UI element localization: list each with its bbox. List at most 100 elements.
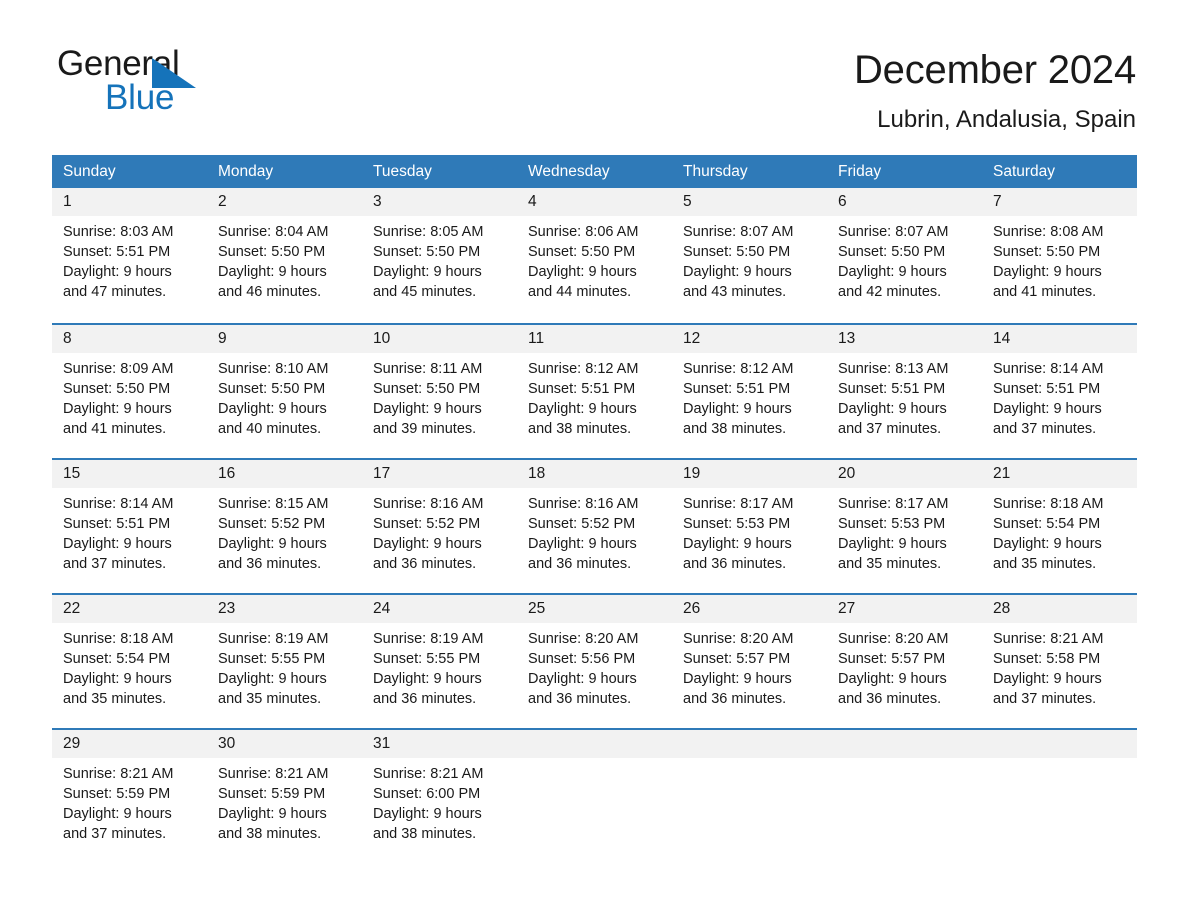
sunset-text: Sunset: 5:53 PM <box>683 516 791 532</box>
daylight-text-line1: Daylight: 9 hours <box>218 401 327 417</box>
day-info: Sunrise: 8:03 AM Sunset: 5:51 PM Daylight:… <box>52 216 207 302</box>
day-cell[interactable]: 29 Sunrise: 8:21 AM Sunset: 5:59 PM Dayligh… <box>52 730 207 852</box>
day-cell[interactable]: 31 Sunrise: 8:21 AM Sunset: 6:00 PM Dayligh… <box>362 730 517 852</box>
sunrise-text: Sunrise: 8:18 AM <box>63 631 174 647</box>
day-info: Sunrise: 8:04 AM Sunset: 5:50 PM Daylight:… <box>207 216 362 302</box>
day-cell[interactable]: 12 Sunrise: 8:12 AM Sunset: 5:51 PM Dayligh… <box>672 325 827 447</box>
sunset-text: Sunset: 5:59 PM <box>63 786 171 802</box>
sunset-text: Sunset: 5:56 PM <box>528 651 636 667</box>
day-cell[interactable]: 17 Sunrise: 8:16 AM Sunset: 5:52 PM Dayligh… <box>362 460 517 582</box>
day-cell[interactable]: 4 Sunrise: 8:06 AM Sunset: 5:50 PM Daylight… <box>517 188 672 312</box>
day-cell[interactable]: 7 Sunrise: 8:08 AM Sunset: 5:50 PM Daylight… <box>982 188 1137 312</box>
day-cell[interactable]: 2 Sunrise: 8:04 AM Sunset: 5:50 PM Daylight… <box>207 188 362 312</box>
day-cell[interactable]: 22 Sunrise: 8:18 AM Sunset: 5:54 PM Dayligh… <box>52 595 207 717</box>
day-info: Sunrise: 8:19 AM Sunset: 5:55 PM Daylight:… <box>207 623 362 709</box>
day-info: Sunrise: 8:21 AM Sunset: 5:58 PM Daylight:… <box>982 623 1137 709</box>
day-cell[interactable]: 11 Sunrise: 8:12 AM Sunset: 5:51 PM Dayligh… <box>517 325 672 447</box>
day-cell[interactable]: 9 Sunrise: 8:10 AM Sunset: 5:50 PM Daylight… <box>207 325 362 447</box>
daylight-text-line1: Daylight: 9 hours <box>528 264 637 280</box>
day-cell[interactable]: 13 Sunrise: 8:13 AM Sunset: 5:51 PM Dayligh… <box>827 325 982 447</box>
day-cell[interactable]: 10 Sunrise: 8:11 AM Sunset: 5:50 PM Dayligh… <box>362 325 517 447</box>
day-cell[interactable]: 18 Sunrise: 8:16 AM Sunset: 5:52 PM Dayligh… <box>517 460 672 582</box>
sunset-text: Sunset: 5:51 PM <box>838 381 946 397</box>
day-cell[interactable]: 21 Sunrise: 8:18 AM Sunset: 5:54 PM Dayligh… <box>982 460 1137 582</box>
sunrise-text: Sunrise: 8:20 AM <box>683 631 794 647</box>
sunrise-text: Sunrise: 8:03 AM <box>63 224 174 240</box>
day-cell[interactable]: 26 Sunrise: 8:20 AM Sunset: 5:57 PM Dayligh… <box>672 595 827 717</box>
daylight-text-line1: Daylight: 9 hours <box>373 264 482 280</box>
daylight-text-line1: Daylight: 9 hours <box>528 401 637 417</box>
day-cell[interactable]: 30 Sunrise: 8:21 AM Sunset: 5:59 PM Dayligh… <box>207 730 362 852</box>
day-cell[interactable]: 25 Sunrise: 8:20 AM Sunset: 5:56 PM Dayligh… <box>517 595 672 717</box>
daylight-text-line1: Daylight: 9 hours <box>683 264 792 280</box>
sunrise-text: Sunrise: 8:06 AM <box>528 224 639 240</box>
weekday-header-row: Sunday Monday Tuesday Wednesday Thursday… <box>52 155 1137 188</box>
day-number: 25 <box>517 595 672 623</box>
day-info: Sunrise: 8:21 AM Sunset: 5:59 PM Daylight:… <box>207 758 362 844</box>
sunrise-text: Sunrise: 8:07 AM <box>683 224 794 240</box>
day-cell[interactable]: 16 Sunrise: 8:15 AM Sunset: 5:52 PM Dayligh… <box>207 460 362 582</box>
day-number: 7 <box>982 188 1137 216</box>
day-cell[interactable]: 5 Sunrise: 8:07 AM Sunset: 5:50 PM Daylight… <box>672 188 827 312</box>
weekday-sunday: Sunday <box>63 163 116 180</box>
day-number: 18 <box>517 460 672 488</box>
day-number <box>827 730 982 758</box>
sunrise-text: Sunrise: 8:21 AM <box>993 631 1104 647</box>
day-number: 24 <box>362 595 517 623</box>
daylight-text-line1: Daylight: 9 hours <box>838 264 947 280</box>
daylight-text-line2: and 35 minutes. <box>218 691 322 707</box>
day-number: 10 <box>362 325 517 353</box>
day-info: Sunrise: 8:14 AM Sunset: 5:51 PM Daylight:… <box>52 488 207 574</box>
day-cell[interactable]: 28 Sunrise: 8:21 AM Sunset: 5:58 PM Dayligh… <box>982 595 1137 717</box>
daylight-text-line2: and 45 minutes. <box>373 284 477 300</box>
daylight-text-line2: and 35 minutes. <box>993 556 1097 572</box>
daylight-text-line2: and 37 minutes. <box>63 556 167 572</box>
day-cell[interactable]: 8 Sunrise: 8:09 AM Sunset: 5:50 PM Daylight… <box>52 325 207 447</box>
sunset-text: Sunset: 5:50 PM <box>373 244 481 260</box>
day-number: 14 <box>982 325 1137 353</box>
weekday-saturday: Saturday <box>993 163 1056 180</box>
daylight-text-line2: and 37 minutes. <box>838 421 942 437</box>
calendar-page: General Blue December 2024 Lubrin, Andal… <box>0 0 1188 918</box>
sunrise-text: Sunrise: 8:12 AM <box>683 361 794 377</box>
day-number: 12 <box>672 325 827 353</box>
day-cell[interactable]: 20 Sunrise: 8:17 AM Sunset: 5:53 PM Dayligh… <box>827 460 982 582</box>
sunrise-text: Sunrise: 8:21 AM <box>63 766 174 782</box>
daylight-text-line1: Daylight: 9 hours <box>993 536 1102 552</box>
day-cell[interactable]: 14 Sunrise: 8:14 AM Sunset: 5:51 PM Dayligh… <box>982 325 1137 447</box>
daylight-text-line2: and 47 minutes. <box>63 284 167 300</box>
daylight-text-line2: and 39 minutes. <box>373 421 477 437</box>
day-number: 19 <box>672 460 827 488</box>
day-number: 16 <box>207 460 362 488</box>
day-cell[interactable]: 1 Sunrise: 8:03 AM Sunset: 5:51 PM Daylight… <box>52 188 207 312</box>
day-cell[interactable]: 27 Sunrise: 8:20 AM Sunset: 5:57 PM Dayligh… <box>827 595 982 717</box>
day-number <box>982 730 1137 758</box>
daylight-text-line2: and 38 minutes. <box>373 826 477 842</box>
sunrise-text: Sunrise: 8:19 AM <box>218 631 329 647</box>
generalblue-logo[interactable]: General Blue <box>57 46 257 118</box>
daylight-text-line1: Daylight: 9 hours <box>993 671 1102 687</box>
day-info: Sunrise: 8:20 AM Sunset: 5:56 PM Daylight:… <box>517 623 672 709</box>
daylight-text-line1: Daylight: 9 hours <box>63 806 172 822</box>
day-cell[interactable]: 3 Sunrise: 8:05 AM Sunset: 5:50 PM Daylight… <box>362 188 517 312</box>
daylight-text-line1: Daylight: 9 hours <box>993 264 1102 280</box>
day-cell-empty <box>672 730 827 852</box>
day-number: 26 <box>672 595 827 623</box>
day-number: 21 <box>982 460 1137 488</box>
sunset-text: Sunset: 5:50 PM <box>993 244 1101 260</box>
daylight-text-line1: Daylight: 9 hours <box>838 671 947 687</box>
weeks-container: 1 Sunrise: 8:03 AM Sunset: 5:51 PM Daylight… <box>52 188 1137 852</box>
daylight-text-line1: Daylight: 9 hours <box>528 671 637 687</box>
sunset-text: Sunset: 5:51 PM <box>63 244 171 260</box>
sunset-text: Sunset: 5:54 PM <box>993 516 1101 532</box>
day-number: 15 <box>52 460 207 488</box>
day-cell[interactable]: 24 Sunrise: 8:19 AM Sunset: 5:55 PM Dayligh… <box>362 595 517 717</box>
sunrise-text: Sunrise: 8:21 AM <box>373 766 484 782</box>
calendar-table: Sunday Monday Tuesday Wednesday Thursday… <box>52 155 1137 852</box>
day-number: 13 <box>827 325 982 353</box>
day-cell[interactable]: 15 Sunrise: 8:14 AM Sunset: 5:51 PM Dayligh… <box>52 460 207 582</box>
sunrise-text: Sunrise: 8:20 AM <box>528 631 639 647</box>
day-cell[interactable]: 19 Sunrise: 8:17 AM Sunset: 5:53 PM Dayligh… <box>672 460 827 582</box>
day-cell[interactable]: 23 Sunrise: 8:19 AM Sunset: 5:55 PM Dayligh… <box>207 595 362 717</box>
day-cell[interactable]: 6 Sunrise: 8:07 AM Sunset: 5:50 PM Daylight… <box>827 188 982 312</box>
